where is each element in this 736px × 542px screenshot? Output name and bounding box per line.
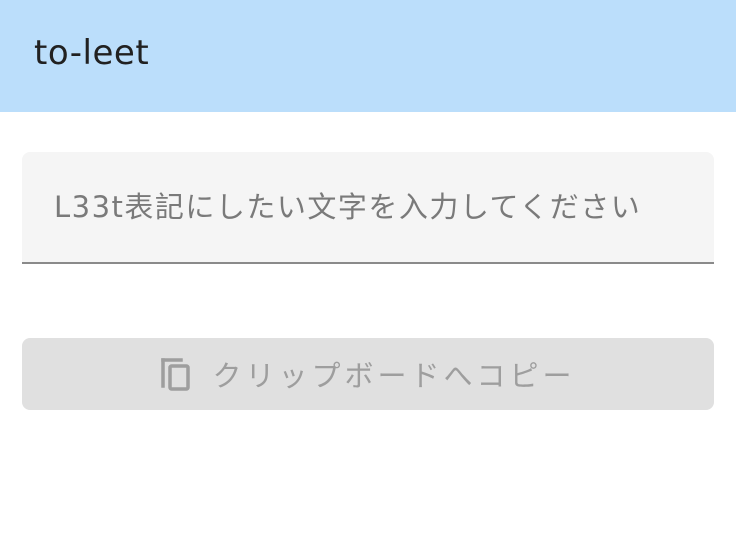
app-title: to-leet: [34, 33, 150, 73]
text-input-container: [22, 152, 714, 264]
copy-to-clipboard-button[interactable]: クリップボードへコピー: [22, 338, 714, 410]
content-copy-icon: [161, 358, 191, 391]
app-bar: to-leet: [0, 0, 736, 112]
copy-button-label: クリップボードへコピー: [212, 361, 576, 393]
leet-text-input[interactable]: [22, 152, 714, 262]
